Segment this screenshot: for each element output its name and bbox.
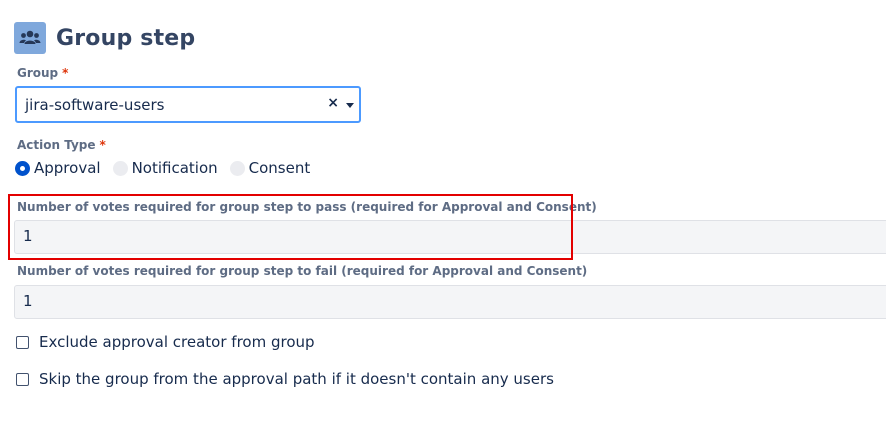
radio-approval[interactable]: Approval bbox=[15, 159, 101, 177]
group-step-form: Group step Group * jira-software-users × … bbox=[0, 0, 886, 441]
radio-consent[interactable]: Consent bbox=[229, 159, 311, 177]
exclude-creator-checkbox[interactable] bbox=[16, 335, 29, 349]
radio-consent-indicator[interactable] bbox=[229, 160, 245, 176]
exclude-creator-checkbox-row[interactable]: Exclude approval creator from group bbox=[16, 333, 315, 351]
exclude-creator-label[interactable]: Exclude approval creator from group bbox=[39, 333, 315, 351]
votes-pass-label: Number of votes required for group step … bbox=[17, 200, 597, 214]
clear-icon[interactable]: × bbox=[327, 95, 339, 111]
radio-consent-label[interactable]: Consent bbox=[249, 159, 311, 177]
group-select[interactable]: jira-software-users × bbox=[15, 86, 361, 123]
chevron-down-icon[interactable] bbox=[346, 103, 354, 108]
group-label: Group * bbox=[17, 66, 68, 80]
radio-notification-label[interactable]: Notification bbox=[132, 159, 218, 177]
required-mark: * bbox=[99, 138, 106, 152]
header: Group step bbox=[14, 22, 195, 54]
radio-approval-indicator[interactable] bbox=[15, 160, 30, 176]
votes-fail-input[interactable]: 1 bbox=[14, 285, 886, 319]
page-title: Group step bbox=[56, 25, 196, 51]
radio-notification[interactable]: Notification bbox=[112, 159, 218, 177]
skip-group-label[interactable]: Skip the group from the approval path if… bbox=[39, 370, 554, 388]
radio-notification-indicator[interactable] bbox=[112, 160, 128, 176]
group-label-text: Group bbox=[17, 66, 59, 80]
action-type-label-text: Action Type bbox=[17, 138, 96, 152]
group-icon bbox=[14, 22, 46, 54]
votes-fail-label: Number of votes required for group step … bbox=[17, 264, 588, 278]
action-type-label: Action Type * bbox=[17, 138, 106, 152]
group-select-value: jira-software-users bbox=[25, 96, 165, 114]
action-type-radio-group: Approval Notification Consent bbox=[15, 159, 322, 177]
required-mark: * bbox=[62, 66, 69, 80]
skip-group-checkbox[interactable] bbox=[16, 372, 29, 386]
votes-pass-input[interactable]: 1 bbox=[14, 220, 886, 254]
skip-group-checkbox-row[interactable]: Skip the group from the approval path if… bbox=[16, 370, 554, 388]
radio-approval-label[interactable]: Approval bbox=[34, 159, 101, 177]
